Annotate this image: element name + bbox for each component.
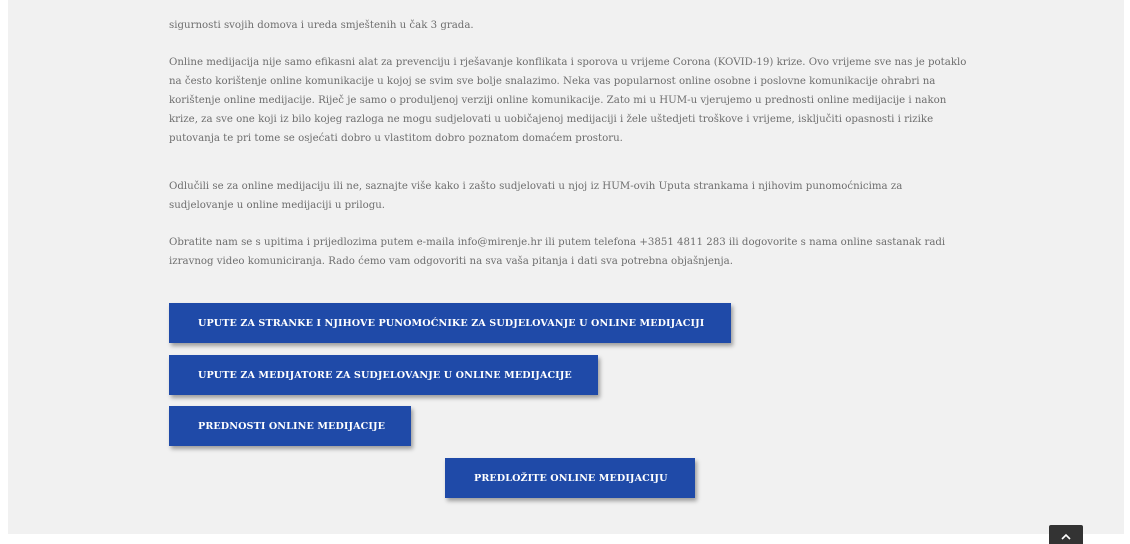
upute-stranke-button[interactable]: UPUTE ZA STRANKE I NJIHOVE PUNOMOĆNIKE Z… xyxy=(169,303,731,343)
article-paragraph: sigurnosti svojih domova i ureda smješte… xyxy=(169,20,474,31)
upute-medijatore-button[interactable]: UPUTE ZA MEDIJATORE ZA SUDJELOVANJE U ON… xyxy=(169,355,598,395)
scroll-to-top-button[interactable] xyxy=(1049,525,1083,544)
prednosti-button[interactable]: PREDNOSTI ONLINE MEDIJACIJE xyxy=(169,406,411,446)
article-paragraph: Online medijacija nije samo efikasni ala… xyxy=(169,57,967,144)
predlozite-button[interactable]: PREDLOŽITE ONLINE MEDIJACIJU xyxy=(445,458,695,498)
article-paragraph: Odlučili se za online medijaciju ili ne,… xyxy=(169,181,903,211)
chevron-up-icon xyxy=(1061,533,1071,540)
article-paragraph: Obratite nam se s upitima i prijedlozima… xyxy=(169,237,946,267)
page: …………………………………………………………………………………………………………… xyxy=(0,0,1130,544)
cut-off-text-line: …………………………………………………………………………………………………………… xyxy=(169,0,949,7)
